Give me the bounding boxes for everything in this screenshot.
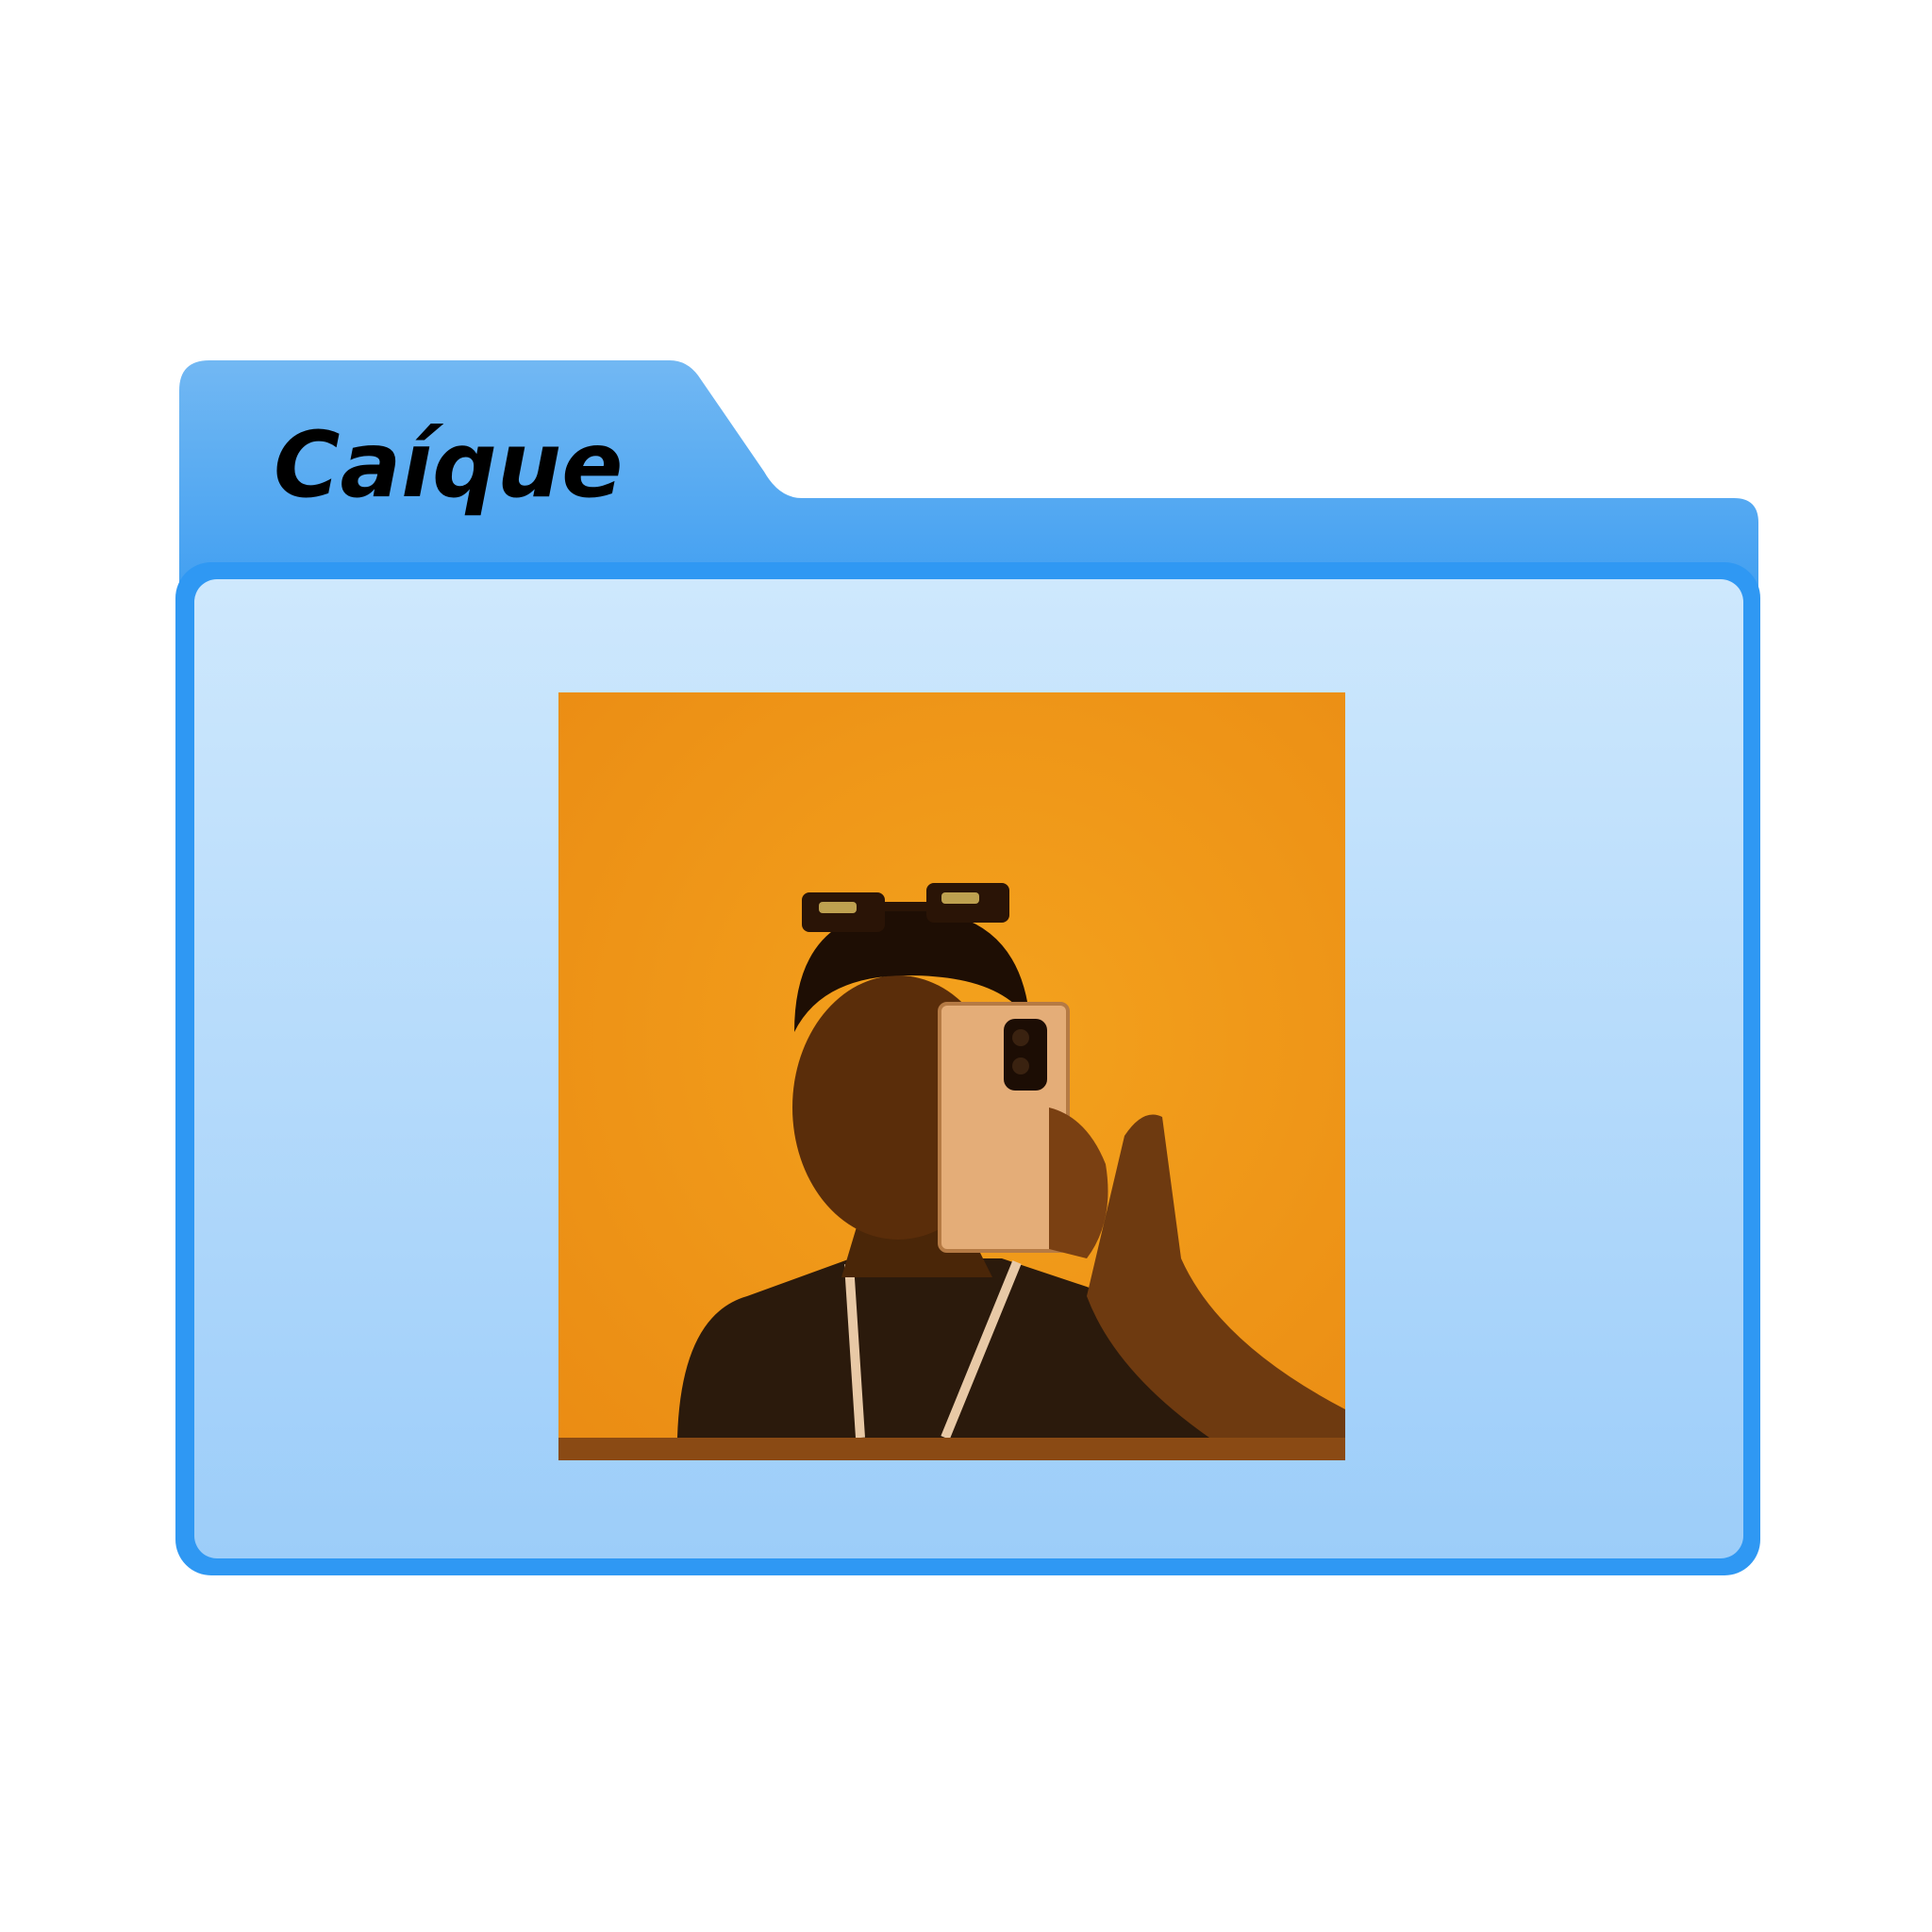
folder-title[interactable]: Caíque <box>274 420 623 510</box>
folder-photo <box>558 692 1345 1460</box>
folder-icon-canvas: Caíque <box>0 0 1932 1932</box>
photo-phone <box>938 1002 1070 1253</box>
photo-shelf <box>558 1438 1345 1460</box>
